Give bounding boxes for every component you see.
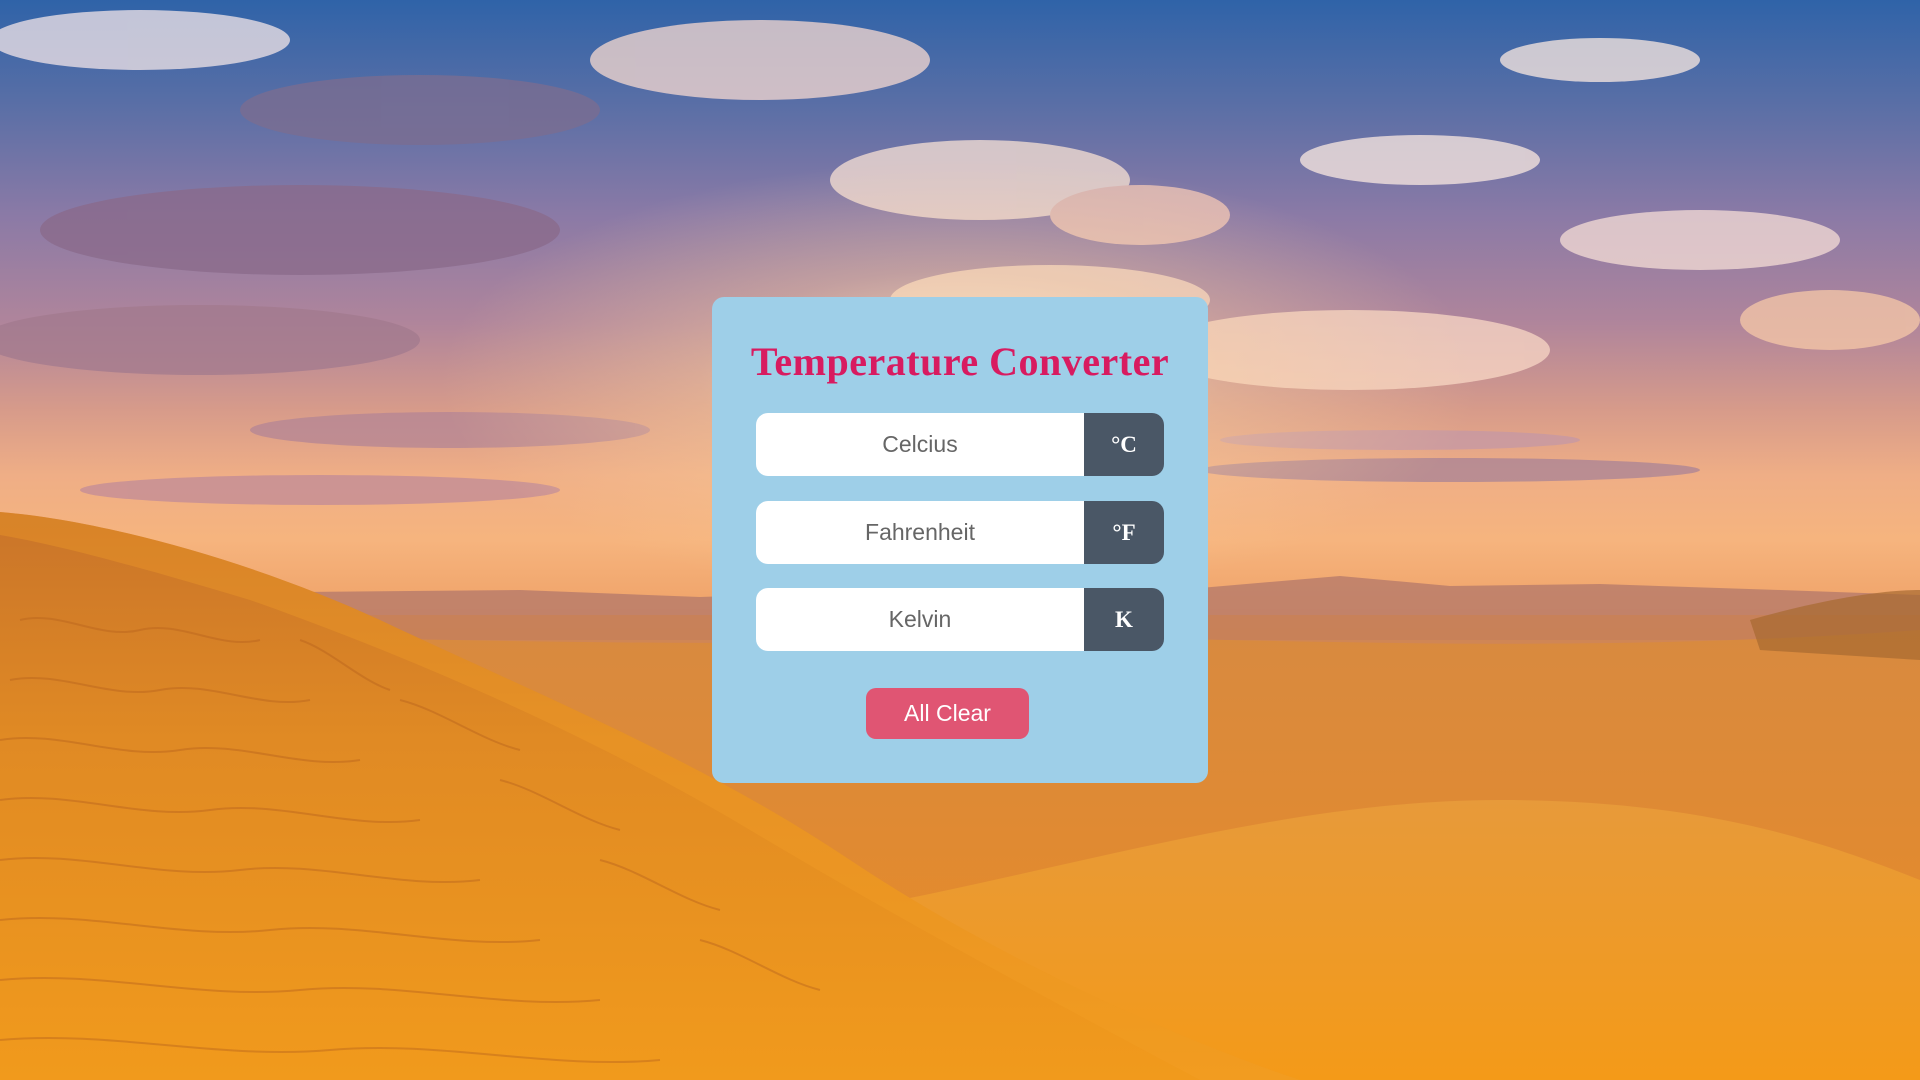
fahrenheit-input[interactable]	[756, 501, 1084, 564]
kelvin-row: K	[756, 588, 1164, 651]
fahrenheit-row: °F	[756, 501, 1164, 564]
celsius-unit-label: °C	[1084, 413, 1164, 476]
fahrenheit-unit-label: °F	[1084, 501, 1164, 564]
converter-card: Temperature Converter °C °F K All Clear	[712, 297, 1208, 783]
kelvin-input[interactable]	[756, 588, 1084, 651]
celsius-row: °C	[756, 413, 1164, 476]
kelvin-unit-label: K	[1084, 588, 1164, 651]
celsius-input[interactable]	[756, 413, 1084, 476]
app-title: Temperature Converter	[750, 339, 1170, 384]
all-clear-button[interactable]: All Clear	[866, 688, 1029, 739]
